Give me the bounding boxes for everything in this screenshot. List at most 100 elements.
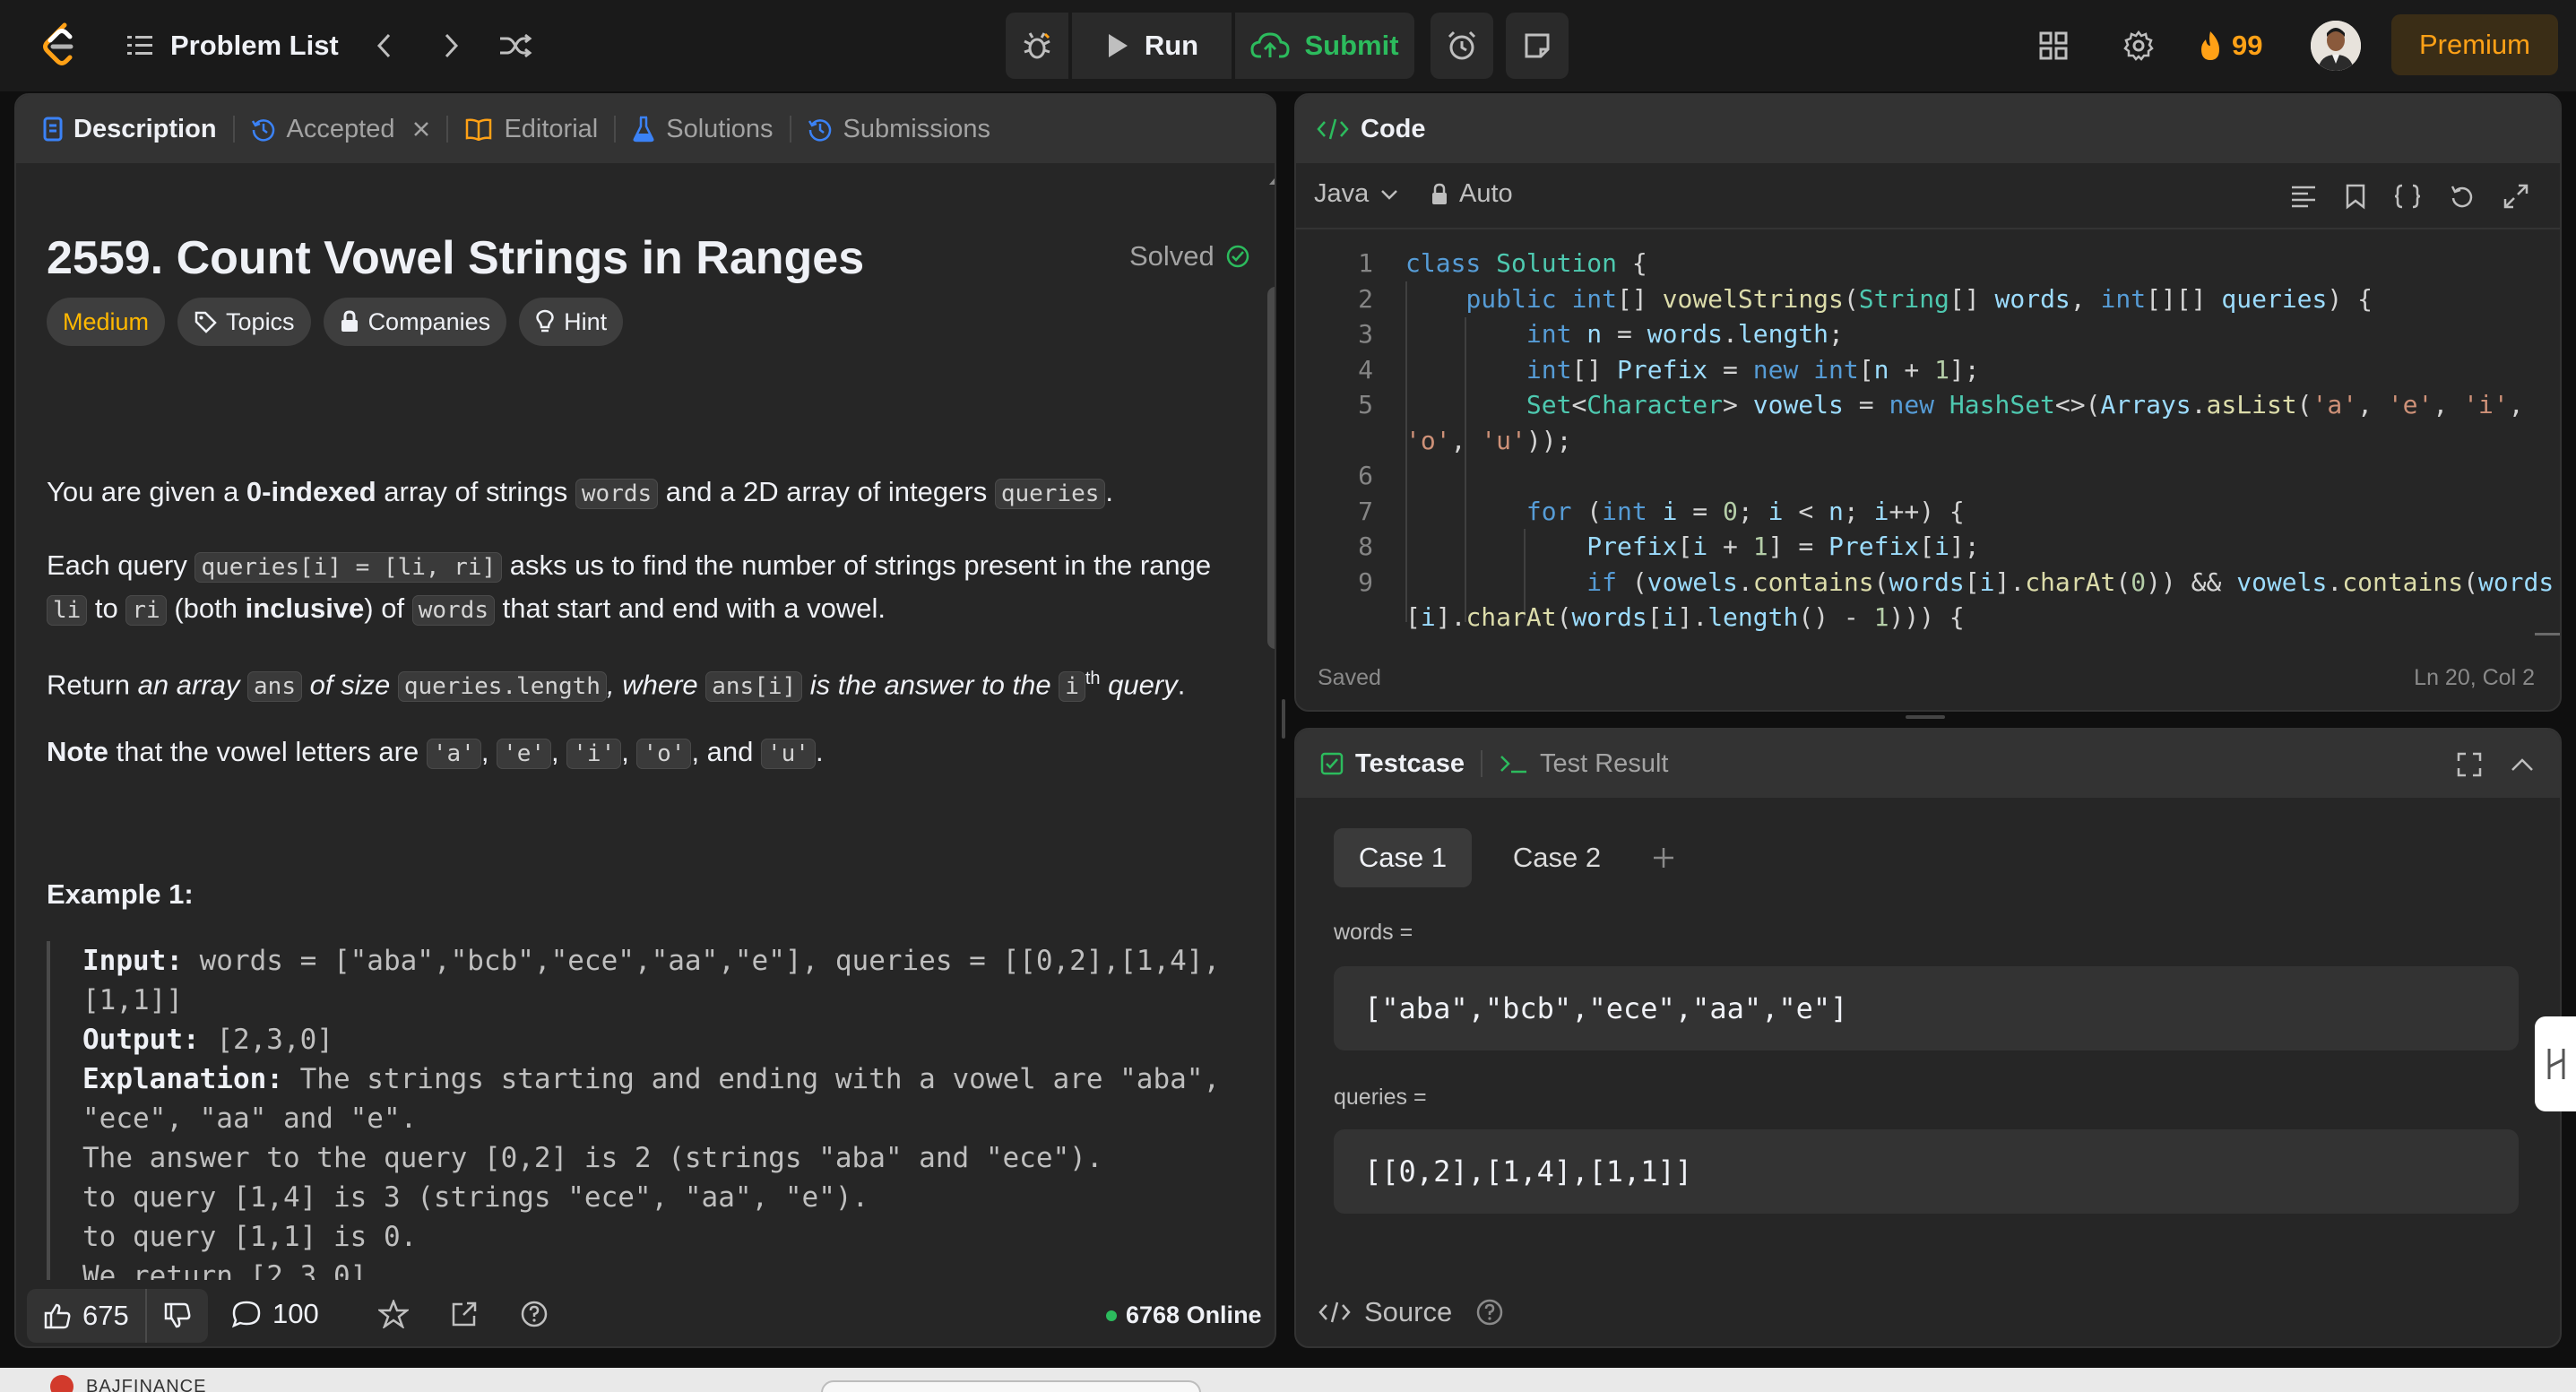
streak-count: 99 — [2232, 30, 2263, 61]
close-icon[interactable] — [412, 120, 430, 138]
problem-list-button[interactable]: Problem List — [125, 23, 339, 68]
comment-icon — [231, 1301, 261, 1328]
text: that start and end with a vowel. — [494, 592, 886, 624]
debug-button[interactable] — [1006, 13, 1068, 79]
explanation-text: "ece", "aa" and "e". — [82, 1102, 418, 1135]
leetcode-logo-icon[interactable] — [32, 18, 88, 73]
app-icon[interactable] — [50, 1375, 73, 1392]
favorite-button[interactable] — [378, 1300, 409, 1328]
avatar — [2311, 21, 2361, 71]
add-case-button[interactable] — [1637, 828, 1690, 887]
prev-problem-button[interactable] — [362, 23, 407, 68]
tab-test-result[interactable]: Test Result — [1499, 749, 1668, 779]
premium-button[interactable]: Premium — [2391, 14, 2558, 75]
layout-button[interactable] — [2038, 20, 2069, 72]
text: (both — [166, 592, 246, 624]
save-status: Saved — [1318, 665, 1381, 690]
top-navbar: Problem List Run Submit 99 Premium — [0, 0, 2576, 91]
hint-label: Hint — [564, 307, 608, 335]
comments-button[interactable]: 100 — [231, 1298, 319, 1330]
tab-accepted-label: Accepted — [286, 114, 395, 143]
auto-mode-label: Auto — [1459, 179, 1513, 208]
bookmark-icon[interactable] — [2345, 183, 2366, 210]
companies-chip[interactable]: Companies — [323, 298, 507, 346]
timer-button[interactable] — [1431, 13, 1493, 79]
inline-code: ri — [125, 595, 167, 626]
tab-testcase[interactable]: Testcase — [1319, 749, 1465, 779]
tag-icon — [194, 311, 217, 333]
language-select[interactable]: Java — [1314, 179, 1399, 209]
run-label: Run — [1144, 30, 1199, 61]
paragraph-return: Return an array ans of size queries.leng… — [47, 658, 1185, 707]
random-problem-button[interactable] — [493, 23, 538, 68]
scrollbar-thumb[interactable] — [1267, 287, 1275, 649]
run-submit-group: Run Submit — [1006, 13, 1414, 79]
tab-description[interactable]: Description — [43, 115, 217, 144]
text-italic: query — [1100, 669, 1178, 701]
inline-code: 'o' — [636, 739, 692, 769]
help-button[interactable] — [520, 1300, 549, 1328]
queries-input[interactable]: [[0,2],[1,4],[1,1]] — [1334, 1129, 2519, 1214]
superscript: th — [1085, 669, 1101, 688]
next-problem-button[interactable] — [428, 23, 473, 68]
topics-chip[interactable]: Topics — [177, 298, 311, 346]
streak-counter[interactable]: 99 — [2198, 20, 2262, 72]
paragraph-query: Each query queries[i] = [li, ri] asks us… — [47, 545, 1248, 631]
text: Return — [47, 669, 138, 701]
avatar-button[interactable] — [2311, 20, 2361, 72]
cloud-upload-icon — [1250, 32, 1290, 58]
taskbar-search[interactable] — [821, 1380, 1201, 1392]
topics-label: Topics — [226, 307, 295, 335]
alarm-clock-icon — [1448, 30, 1476, 60]
auto-mode-toggle[interactable]: Auto — [1431, 179, 1513, 209]
hint-chip[interactable]: Hint — [519, 298, 624, 346]
chevron-up-icon[interactable] — [2510, 757, 2535, 773]
side-extension-tab[interactable] — [2535, 1016, 2576, 1111]
description-panel: Description Accepted Editorial Solutions… — [14, 93, 1276, 1348]
scroll-up-icon[interactable] — [1264, 172, 1276, 190]
format-icon[interactable] — [2289, 183, 2318, 210]
tab-divider — [1481, 750, 1482, 777]
flask-icon — [633, 116, 654, 143]
explanation-text: The strings starting and ending with a v… — [282, 1063, 1221, 1095]
chevron-down-icon — [1381, 189, 1398, 200]
tab-accepted[interactable]: Accepted — [251, 115, 431, 144]
dislike-button[interactable] — [144, 1289, 208, 1343]
horizontal-resize-handle[interactable] — [1906, 715, 1945, 719]
tab-editorial[interactable]: Editorial — [464, 115, 598, 144]
tab-code[interactable]: Code — [1316, 115, 1426, 144]
expand-icon[interactable] — [2503, 183, 2529, 210]
submit-button[interactable]: Submit — [1235, 13, 1414, 79]
notes-button[interactable] — [1506, 13, 1569, 79]
run-button[interactable]: Run — [1072, 13, 1232, 79]
thumbs-down-icon — [164, 1302, 191, 1328]
inline-code: queries[i] = [li, ri] — [194, 552, 503, 583]
share-button[interactable] — [450, 1300, 479, 1328]
chevron-left-icon — [376, 33, 391, 58]
fullscreen-icon[interactable] — [2456, 751, 2483, 778]
code-toolbar: Java Auto — [1296, 163, 2560, 229]
text-italic: is the answer to the — [802, 669, 1059, 701]
case-2-tab[interactable]: Case 2 — [1488, 828, 1626, 887]
play-icon — [1108, 34, 1128, 57]
tab-code-label: Code — [1361, 114, 1426, 143]
settings-button[interactable] — [2122, 20, 2155, 72]
code-lines: class Solution { public int[] vowelStrin… — [1405, 248, 2554, 632]
source-button[interactable]: Source — [1318, 1296, 1504, 1328]
note-icon — [1525, 33, 1550, 58]
words-input[interactable]: ["aba","bcb","ece","aa","e"] — [1334, 966, 2519, 1050]
submit-label: Submit — [1304, 30, 1399, 61]
reset-icon[interactable] — [2449, 183, 2476, 210]
like-button[interactable]: 675 — [27, 1289, 145, 1343]
tab-submissions[interactable]: Submissions — [808, 115, 990, 144]
vertical-resize-handle[interactable] — [1282, 699, 1285, 739]
tab-solutions[interactable]: Solutions — [632, 115, 774, 144]
case-1-tab[interactable]: Case 1 — [1334, 828, 1472, 887]
inline-code: ans — [247, 671, 302, 703]
text-italic: , where — [606, 669, 706, 701]
line-numbers: 123456789 — [1358, 248, 1373, 597]
braces-icon[interactable] — [2393, 183, 2422, 210]
book-icon — [466, 118, 492, 141]
question-circle-icon[interactable] — [1475, 1298, 1504, 1327]
code-editor[interactable]: 123456789 class Solution { public int[] … — [1296, 242, 2560, 635]
